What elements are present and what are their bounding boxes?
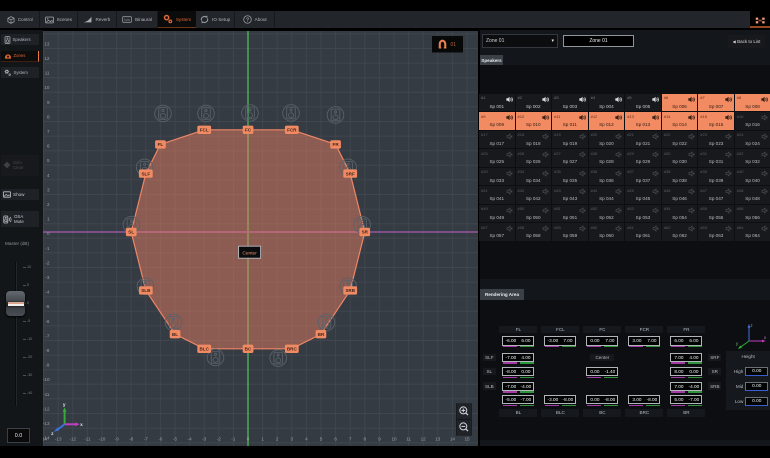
svg-text:1: 1: [261, 437, 264, 442]
svg-text:10: 10: [391, 437, 397, 442]
svg-text:7: 7: [47, 129, 50, 134]
svg-text:9: 9: [47, 100, 50, 105]
svg-text:SLB: SLB: [141, 288, 151, 293]
svg-text:x: x: [764, 335, 767, 340]
svg-text:SR: SR: [362, 230, 369, 235]
svg-text:-13: -13: [55, 437, 62, 442]
svg-text:BLC: BLC: [199, 347, 209, 352]
svg-text:FCR: FCR: [287, 128, 297, 133]
svg-text:FC: FC: [245, 128, 252, 133]
svg-text:-8: -8: [129, 437, 134, 442]
svg-text:-2: -2: [217, 437, 222, 442]
svg-text:12: 12: [44, 56, 50, 61]
svg-text:b/a: b/a: [124, 18, 130, 22]
svg-text:01: 01: [451, 42, 457, 48]
svg-text:-12: -12: [43, 406, 50, 411]
svg-text:-14: -14: [43, 437, 47, 442]
svg-text:-3: -3: [45, 275, 50, 280]
svg-text:7: 7: [349, 437, 352, 442]
svg-text:-11: -11: [43, 392, 50, 397]
svg-text:13: 13: [44, 41, 50, 46]
svg-text:-5: -5: [45, 304, 50, 309]
svg-text:SL: SL: [128, 230, 134, 235]
svg-text:4: 4: [47, 173, 50, 178]
svg-text:13: 13: [435, 437, 441, 442]
svg-text:z: z: [751, 323, 753, 328]
svg-text:-10: -10: [43, 377, 50, 382]
svg-text:-4: -4: [45, 290, 50, 295]
svg-text:-7: -7: [144, 437, 149, 442]
svg-text:0: 0: [247, 437, 250, 442]
svg-text:8: 8: [364, 437, 367, 442]
svg-text:y: y: [63, 403, 66, 408]
svg-text:-1: -1: [231, 437, 236, 442]
svg-text:-1: -1: [45, 246, 50, 251]
svg-text:BRC: BRC: [287, 347, 298, 352]
svg-text:3: 3: [291, 437, 294, 442]
svg-text:FCL: FCL: [200, 128, 209, 133]
svg-text:4: 4: [305, 437, 308, 442]
svg-text:-11: -11: [84, 437, 91, 442]
svg-text:2: 2: [276, 437, 279, 442]
svg-text:-8: -8: [45, 348, 50, 353]
svg-text:11: 11: [45, 71, 50, 76]
svg-text:FL: FL: [158, 142, 164, 147]
svg-text:-2: -2: [45, 260, 50, 265]
svg-text:-6: -6: [158, 437, 163, 442]
svg-text:6: 6: [334, 437, 337, 442]
svg-text:-9: -9: [115, 437, 120, 442]
svg-text:SLF: SLF: [141, 171, 150, 176]
svg-text:1: 1: [47, 217, 50, 222]
svg-text:3: 3: [47, 187, 50, 192]
svg-text:8: 8: [47, 114, 50, 119]
svg-text:11: 11: [406, 437, 411, 442]
svg-text:10: 10: [44, 85, 50, 90]
svg-text:-5: -5: [173, 437, 178, 442]
svg-text:y: y: [736, 341, 739, 346]
svg-text:14: 14: [450, 437, 456, 442]
svg-text:-9: -9: [45, 363, 50, 368]
svg-text:-12: -12: [69, 437, 76, 442]
svg-text:-4: -4: [188, 437, 193, 442]
svg-text:15: 15: [464, 437, 470, 442]
svg-text:6: 6: [47, 144, 50, 149]
svg-text:2: 2: [47, 202, 50, 207]
svg-text:-10: -10: [99, 437, 106, 442]
svg-text:?: ?: [246, 17, 249, 23]
svg-text:BR: BR: [318, 332, 325, 337]
svg-text:x: x: [80, 423, 83, 428]
svg-text:SRB: SRB: [345, 288, 355, 293]
svg-text:-7: -7: [45, 333, 50, 338]
svg-text:SRF: SRF: [346, 171, 355, 176]
svg-text:Center: Center: [242, 250, 257, 256]
svg-text:12: 12: [421, 437, 427, 442]
svg-text:-3: -3: [202, 437, 207, 442]
svg-text:-6: -6: [45, 319, 50, 324]
svg-text:BL: BL: [172, 332, 178, 337]
svg-text:5: 5: [320, 437, 323, 442]
svg-text:9: 9: [378, 437, 381, 442]
svg-text:BC: BC: [245, 347, 252, 352]
svg-text:0: 0: [47, 231, 50, 236]
svg-text:-13: -13: [43, 421, 50, 426]
svg-text:FR: FR: [333, 142, 340, 147]
svg-text:5: 5: [47, 158, 50, 163]
